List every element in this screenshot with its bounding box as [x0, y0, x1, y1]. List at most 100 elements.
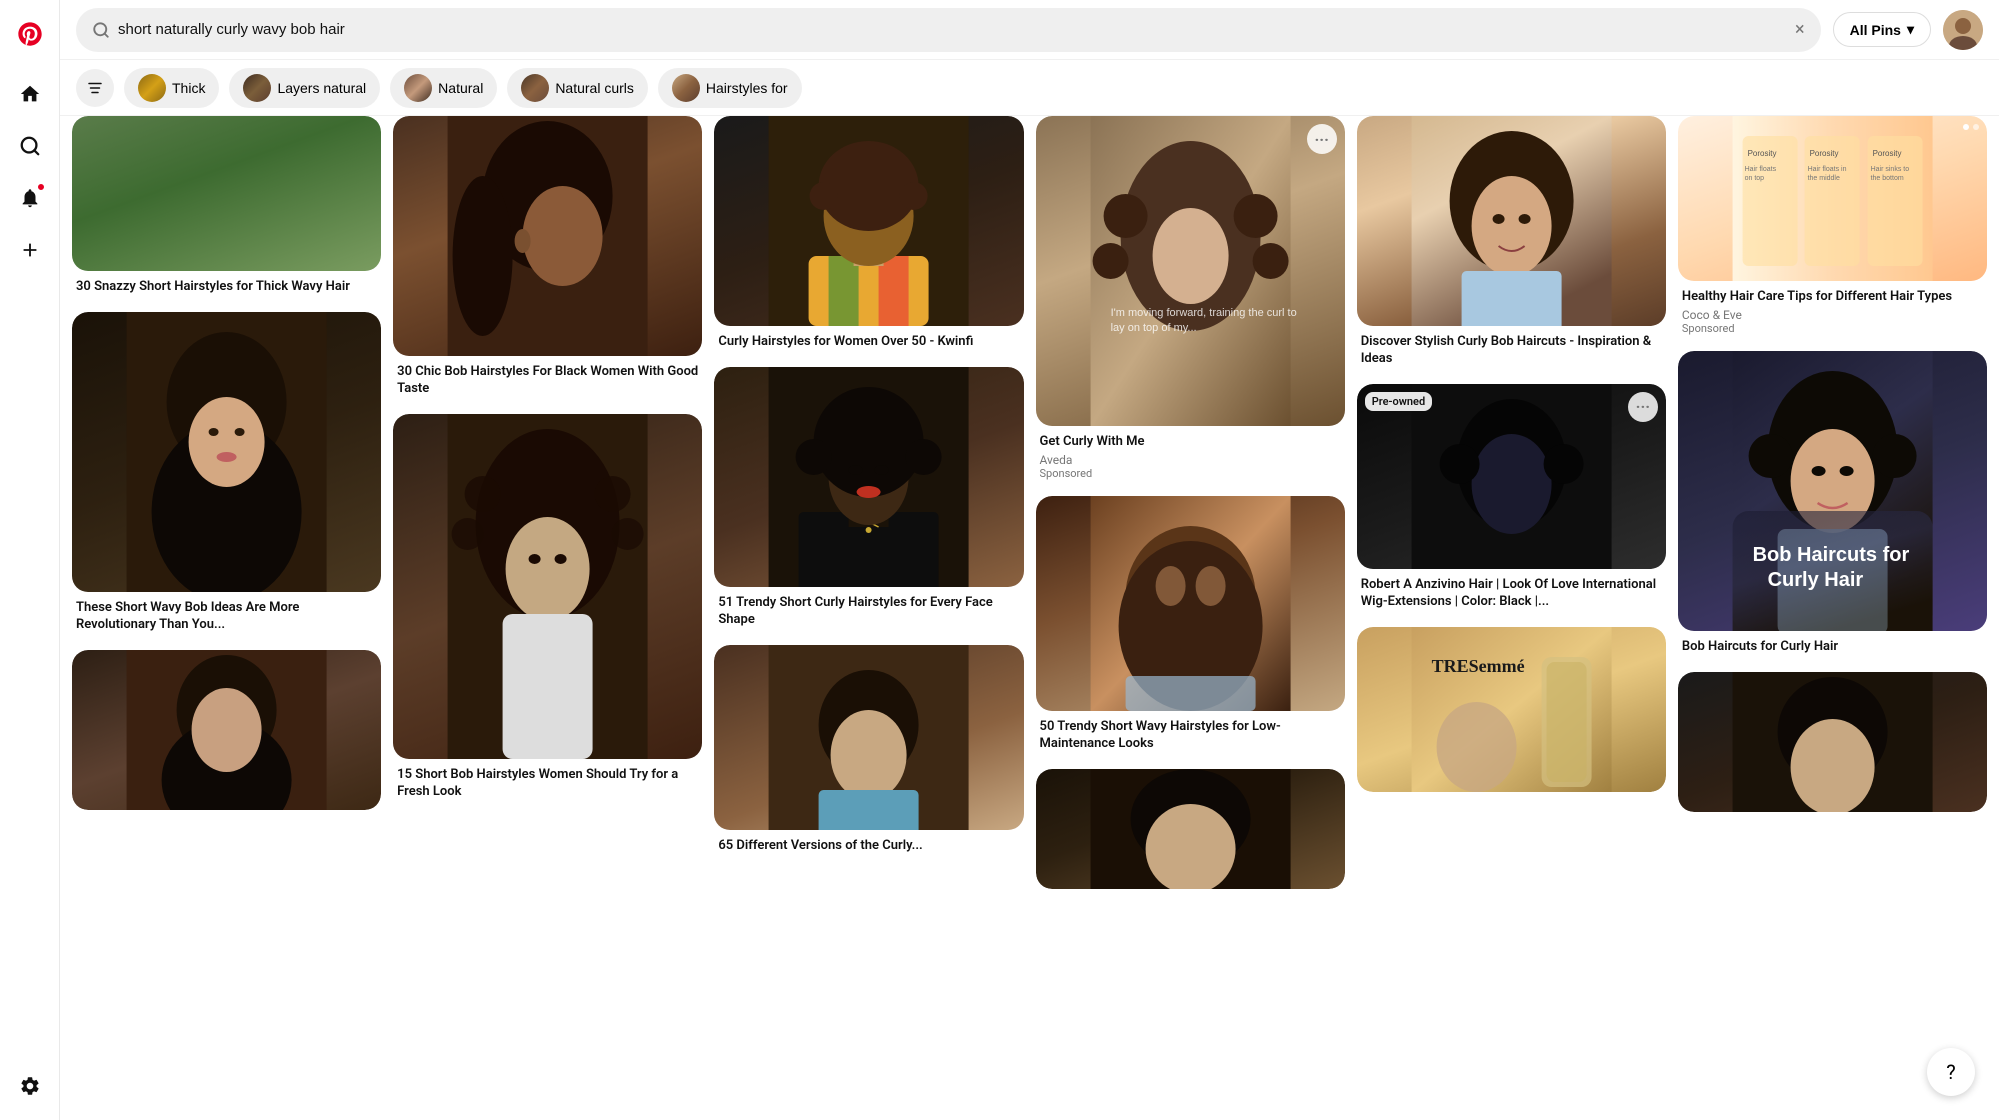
pin-text: 15 Short Bob Hairstyles Women Should Try… [393, 759, 702, 805]
pin-card[interactable]: 15 Short Bob Hairstyles Women Should Try… [393, 414, 702, 805]
pin-title: Robert A Anzivino Hair | Look Of Love In… [1361, 577, 1662, 611]
search-icon [92, 21, 110, 39]
filter-chip-hairstyles-img [672, 74, 700, 102]
all-pins-button[interactable]: All Pins ▾ [1833, 12, 1931, 47]
pin-card[interactable]: 30 Snazzy Short Hairstyles for Thick Wav… [72, 116, 381, 300]
pin-title: Curly Hairstyles for Women Over 50 - Kwi… [718, 334, 1019, 351]
pin-image [393, 414, 702, 759]
pin-card[interactable]: TRESemmé [1357, 627, 1666, 792]
pin-text: Robert A Anzivino Hair | Look Of Love In… [1357, 569, 1666, 615]
filter-row: Thick Layers natural Natural Natural cur… [60, 60, 1999, 116]
masonry-col-4: I'm moving forward, training the curl to… [1036, 116, 1345, 889]
pin-card[interactable]: Pre-owned ··· Robert A Anzivino Hair | L… [1357, 384, 1666, 615]
notification-dot [36, 182, 46, 192]
pin-image [72, 116, 381, 271]
pin-sponsored-label: Sponsored [1040, 467, 1341, 480]
pin-text: Bob Haircuts for Curly Hair [1678, 631, 1987, 660]
pin-card[interactable]: I'm moving forward, training the curl to… [1036, 116, 1345, 484]
carousel-dot [1973, 124, 1979, 130]
pin-image [1678, 672, 1987, 812]
help-button[interactable]: ? [1927, 1048, 1975, 1096]
svg-text:Curly Hair: Curly Hair [1767, 569, 1863, 591]
pin-image: Bob Haircuts for Curly Hair [1678, 351, 1987, 631]
sidebar-item-settings[interactable] [8, 1064, 52, 1108]
pin-title: Discover Stylish Curly Bob Haircuts - In… [1361, 334, 1662, 368]
pin-card[interactable]: 51 Trendy Short Curly Hairstyles for Eve… [714, 367, 1023, 633]
pin-title: 50 Trendy Short Wavy Hairstyles for Low-… [1040, 719, 1341, 753]
pin-title: 30 Chic Bob Hairstyles For Black Women W… [397, 364, 698, 398]
pin-sponsored-label: Sponsored [1682, 322, 1983, 335]
pin-title: Get Curly With Me [1040, 434, 1341, 451]
search-bar: × [76, 8, 1821, 52]
svg-text:Hair floats: Hair floats [1744, 166, 1776, 173]
pin-card[interactable]: Curly Hairstyles for Women Over 50 - Kwi… [714, 116, 1023, 355]
svg-text:Porosity: Porosity [1872, 149, 1901, 158]
pin-text: Healthy Hair Care Tips for Different Hai… [1678, 281, 1987, 339]
masonry-col-3: Curly Hairstyles for Women Over 50 - Kwi… [714, 116, 1023, 859]
pin-card[interactable]: These Short Wavy Bob Ideas Are More Revo… [72, 312, 381, 638]
main-content: 30 Snazzy Short Hairstyles for Thick Wav… [60, 0, 1999, 889]
pin-title: Bob Haircuts for Curly Hair [1682, 639, 1983, 656]
pin-card[interactable]: Discover Stylish Curly Bob Haircuts - In… [1357, 116, 1666, 372]
pin-image [72, 650, 381, 810]
pin-text: 30 Chic Bob Hairstyles For Black Women W… [393, 356, 702, 402]
masonry-col-5: Discover Stylish Curly Bob Haircuts - In… [1357, 116, 1666, 792]
carousel-dots [1963, 124, 1979, 130]
pin-card[interactable]: Porosity Porosity Porosity Hair floats o… [1678, 116, 1987, 339]
svg-text:Porosity: Porosity [1809, 149, 1838, 158]
pin-source: Coco & Eve [1682, 308, 1983, 322]
pin-image: Porosity Porosity Porosity Hair floats o… [1678, 116, 1987, 281]
sidebar-item-notifications[interactable] [8, 176, 52, 220]
pin-image [1036, 496, 1345, 711]
pinterest-logo[interactable] [8, 12, 52, 56]
sidebar-item-home[interactable] [8, 72, 52, 116]
pin-text: Discover Stylish Curly Bob Haircuts - In… [1357, 326, 1666, 372]
svg-text:Hair sinks to: Hair sinks to [1870, 166, 1909, 173]
pin-source: Aveda [1040, 453, 1341, 467]
masonry-col-1: 30 Snazzy Short Hairstyles for Thick Wav… [72, 116, 381, 810]
pin-more-button[interactable]: ··· [1307, 124, 1337, 154]
filter-chip-natural-curls[interactable]: Natural curls [507, 68, 648, 108]
pin-card[interactable]: Bob Haircuts for Curly Hair Bob Haircuts… [1678, 351, 1987, 660]
pin-image [1357, 384, 1666, 569]
filter-icon [86, 79, 104, 97]
pin-title: These Short Wavy Bob Ideas Are More Revo… [76, 600, 377, 634]
pin-card[interactable]: 65 Different Versions of the Curly... [714, 645, 1023, 859]
sidebar-item-explore[interactable] [8, 124, 52, 168]
chevron-down-icon: ▾ [1907, 21, 1914, 38]
pin-image [714, 116, 1023, 326]
svg-text:Porosity: Porosity [1747, 149, 1776, 158]
filter-chip-layers-natural[interactable]: Layers natural [229, 68, 380, 108]
masonry-col-2: 30 Chic Bob Hairstyles For Black Women W… [393, 116, 702, 805]
svg-text:I'm moving forward, training t: I'm moving forward, training the curl to [1110, 307, 1296, 319]
pin-more-button[interactable]: ··· [1628, 392, 1658, 422]
pin-card[interactable]: 30 Chic Bob Hairstyles For Black Women W… [393, 116, 702, 402]
search-clear-button[interactable]: × [1795, 19, 1805, 40]
filter-button[interactable] [76, 69, 114, 107]
pin-card[interactable]: 50 Trendy Short Wavy Hairstyles for Low-… [1036, 496, 1345, 757]
pin-image: TRESemmé [1357, 627, 1666, 792]
svg-text:on top: on top [1744, 175, 1764, 182]
search-input[interactable] [118, 21, 1787, 38]
pin-text: These Short Wavy Bob Ideas Are More Revo… [72, 592, 381, 638]
filter-chip-natural-img [404, 74, 432, 102]
user-avatar[interactable] [1943, 10, 1983, 50]
svg-text:Bob Haircuts for: Bob Haircuts for [1752, 544, 1909, 566]
pin-text: 65 Different Versions of the Curly... [714, 830, 1023, 859]
filter-chip-natural[interactable]: Natural [390, 68, 497, 108]
filter-chip-hairstyles-for[interactable]: Hairstyles for [658, 68, 802, 108]
sidebar-item-create[interactable] [8, 228, 52, 272]
sidebar [0, 0, 60, 1120]
filter-chip-thick[interactable]: Thick [124, 68, 219, 108]
pin-image [714, 367, 1023, 587]
pin-text: 51 Trendy Short Curly Hairstyles for Eve… [714, 587, 1023, 633]
pin-image [393, 116, 702, 356]
pin-title: 30 Snazzy Short Hairstyles for Thick Wav… [76, 279, 377, 296]
pin-card[interactable] [1678, 672, 1987, 812]
pin-pre-owned-badge: Pre-owned [1365, 392, 1432, 411]
pin-card[interactable] [72, 650, 381, 810]
pin-title: Healthy Hair Care Tips for Different Hai… [1682, 289, 1983, 306]
masonry-col-6: Porosity Porosity Porosity Hair floats o… [1678, 116, 1987, 812]
pin-card[interactable] [1036, 769, 1345, 889]
pin-title: 65 Different Versions of the Curly... [718, 838, 1019, 855]
